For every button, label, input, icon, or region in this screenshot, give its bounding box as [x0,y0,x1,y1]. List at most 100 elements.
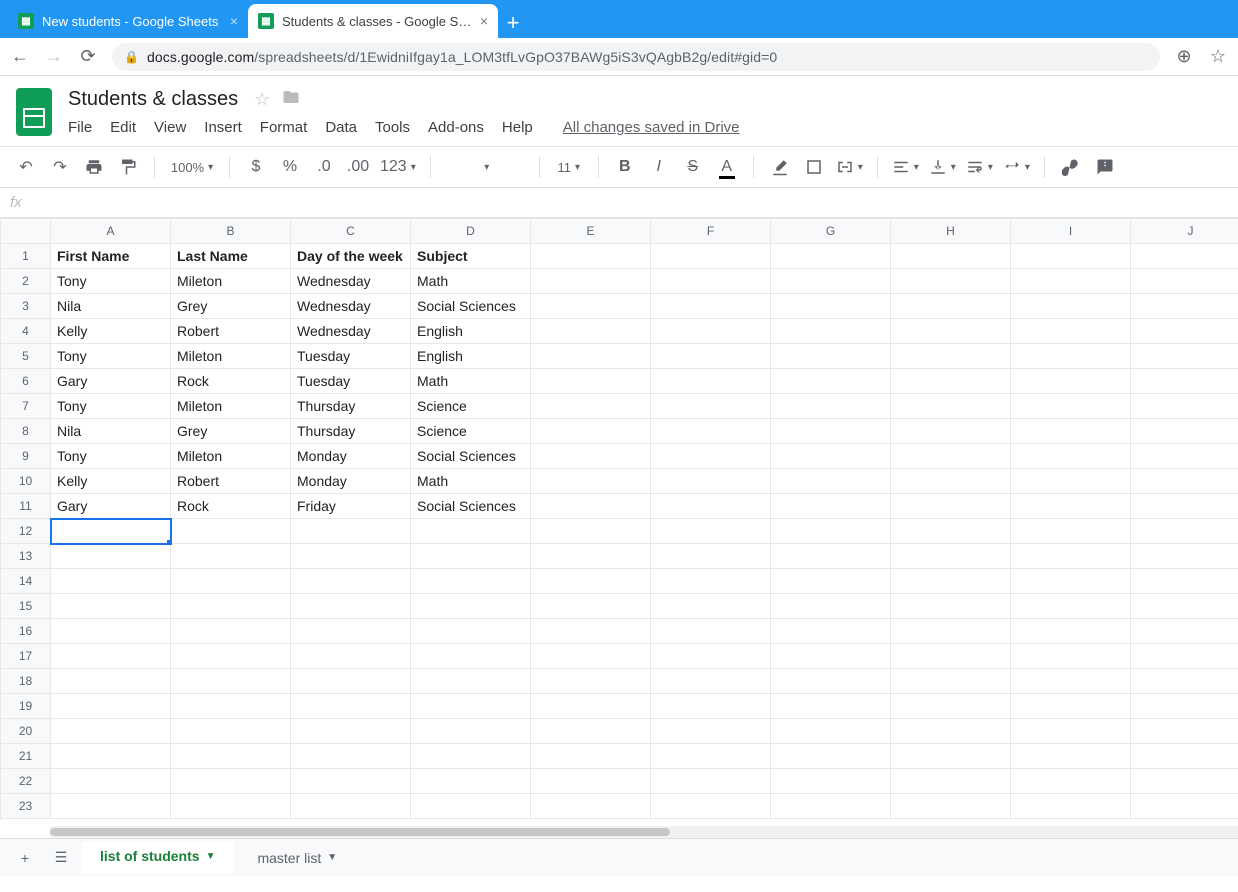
cell[interactable] [1131,294,1238,319]
cell[interactable] [171,719,291,744]
cell[interactable]: Day of the week [291,244,411,269]
cell[interactable] [531,569,651,594]
cell[interactable] [1011,719,1131,744]
menu-help[interactable]: Help [502,119,533,136]
cell[interactable] [771,694,891,719]
cell[interactable] [1131,344,1238,369]
cell[interactable]: First Name [51,244,171,269]
cell[interactable] [891,594,1011,619]
chevron-down-icon[interactable]: ▼ [206,851,216,862]
cell[interactable]: Tony [51,394,171,419]
cell[interactable] [531,519,651,544]
cell[interactable] [1131,569,1238,594]
cell[interactable] [771,544,891,569]
browser-tab[interactable]: ▦ New students - Google Sheets × [8,4,248,38]
cell[interactable] [291,594,411,619]
cell[interactable] [531,619,651,644]
column-header[interactable]: C [291,219,411,244]
cell[interactable] [531,594,651,619]
cell[interactable] [531,669,651,694]
cell[interactable]: Grey [171,294,291,319]
cell[interactable] [1011,269,1131,294]
cell[interactable] [891,269,1011,294]
cell[interactable] [291,544,411,569]
column-header[interactable]: J [1131,219,1238,244]
number-format-dropdown[interactable]: 123 [380,153,416,181]
cell[interactable] [171,769,291,794]
cell[interactable] [171,644,291,669]
column-header[interactable]: I [1011,219,1131,244]
close-icon[interactable]: × [230,14,238,28]
decrease-decimal-icon[interactable]: .0 [312,153,336,181]
cell[interactable] [531,794,651,819]
cell[interactable] [771,369,891,394]
browser-tab-active[interactable]: ▦ Students & classes - Google She… × [248,4,498,38]
cell[interactable] [651,569,771,594]
cell[interactable] [891,544,1011,569]
cell[interactable] [531,694,651,719]
cell[interactable] [171,669,291,694]
cell[interactable] [1131,369,1238,394]
cell[interactable] [1131,594,1238,619]
merge-cells-icon[interactable] [836,153,863,181]
cell[interactable] [1011,444,1131,469]
cell[interactable] [891,419,1011,444]
cell[interactable] [891,619,1011,644]
cell[interactable] [1011,794,1131,819]
cell[interactable] [171,744,291,769]
row-header[interactable]: 3 [1,294,51,319]
row-header[interactable]: 10 [1,469,51,494]
cell[interactable] [651,269,771,294]
insert-link-icon[interactable] [1059,153,1083,181]
cell[interactable] [651,394,771,419]
column-header[interactable]: B [171,219,291,244]
cell[interactable] [1011,669,1131,694]
row-header[interactable]: 20 [1,719,51,744]
cell[interactable] [891,369,1011,394]
cell[interactable] [291,694,411,719]
cell[interactable] [1011,544,1131,569]
cell[interactable] [531,494,651,519]
cell[interactable] [171,794,291,819]
cell[interactable] [1131,719,1238,744]
cell[interactable] [891,744,1011,769]
menu-file[interactable]: File [68,119,92,136]
cell[interactable] [171,619,291,644]
menu-view[interactable]: View [154,119,186,136]
horizontal-scrollbar[interactable] [50,826,1238,838]
cell[interactable] [651,794,771,819]
cell[interactable] [531,544,651,569]
cell[interactable]: Mileton [171,269,291,294]
cell[interactable] [51,744,171,769]
cell[interactable] [771,319,891,344]
cell[interactable] [291,719,411,744]
borders-icon[interactable] [802,153,826,181]
zoom-icon[interactable]: ⊕ [1174,46,1194,67]
cell[interactable] [1011,494,1131,519]
cell[interactable] [531,369,651,394]
cell[interactable] [1131,394,1238,419]
cell[interactable]: Kelly [51,469,171,494]
row-header[interactable]: 13 [1,544,51,569]
row-header[interactable]: 23 [1,794,51,819]
cell[interactable]: Grey [171,419,291,444]
cell[interactable] [1131,494,1238,519]
cell[interactable] [651,644,771,669]
cell[interactable] [771,419,891,444]
cell[interactable] [1011,369,1131,394]
cell[interactable] [411,744,531,769]
row-header[interactable]: 7 [1,394,51,419]
cell[interactable]: Social Sciences [411,444,531,469]
cell[interactable] [51,644,171,669]
cell[interactable] [411,544,531,569]
sheet-tab[interactable]: master list ▼ [239,842,355,874]
cell[interactable] [891,644,1011,669]
cell[interactable] [291,744,411,769]
cell[interactable] [411,694,531,719]
cell[interactable] [411,644,531,669]
cell[interactable] [891,494,1011,519]
spreadsheet-grid[interactable]: ABCDEFGHIJ1First NameLast NameDay of the… [0,218,1238,838]
cell[interactable] [891,444,1011,469]
row-header[interactable]: 5 [1,344,51,369]
sheets-logo-icon[interactable] [16,88,52,136]
